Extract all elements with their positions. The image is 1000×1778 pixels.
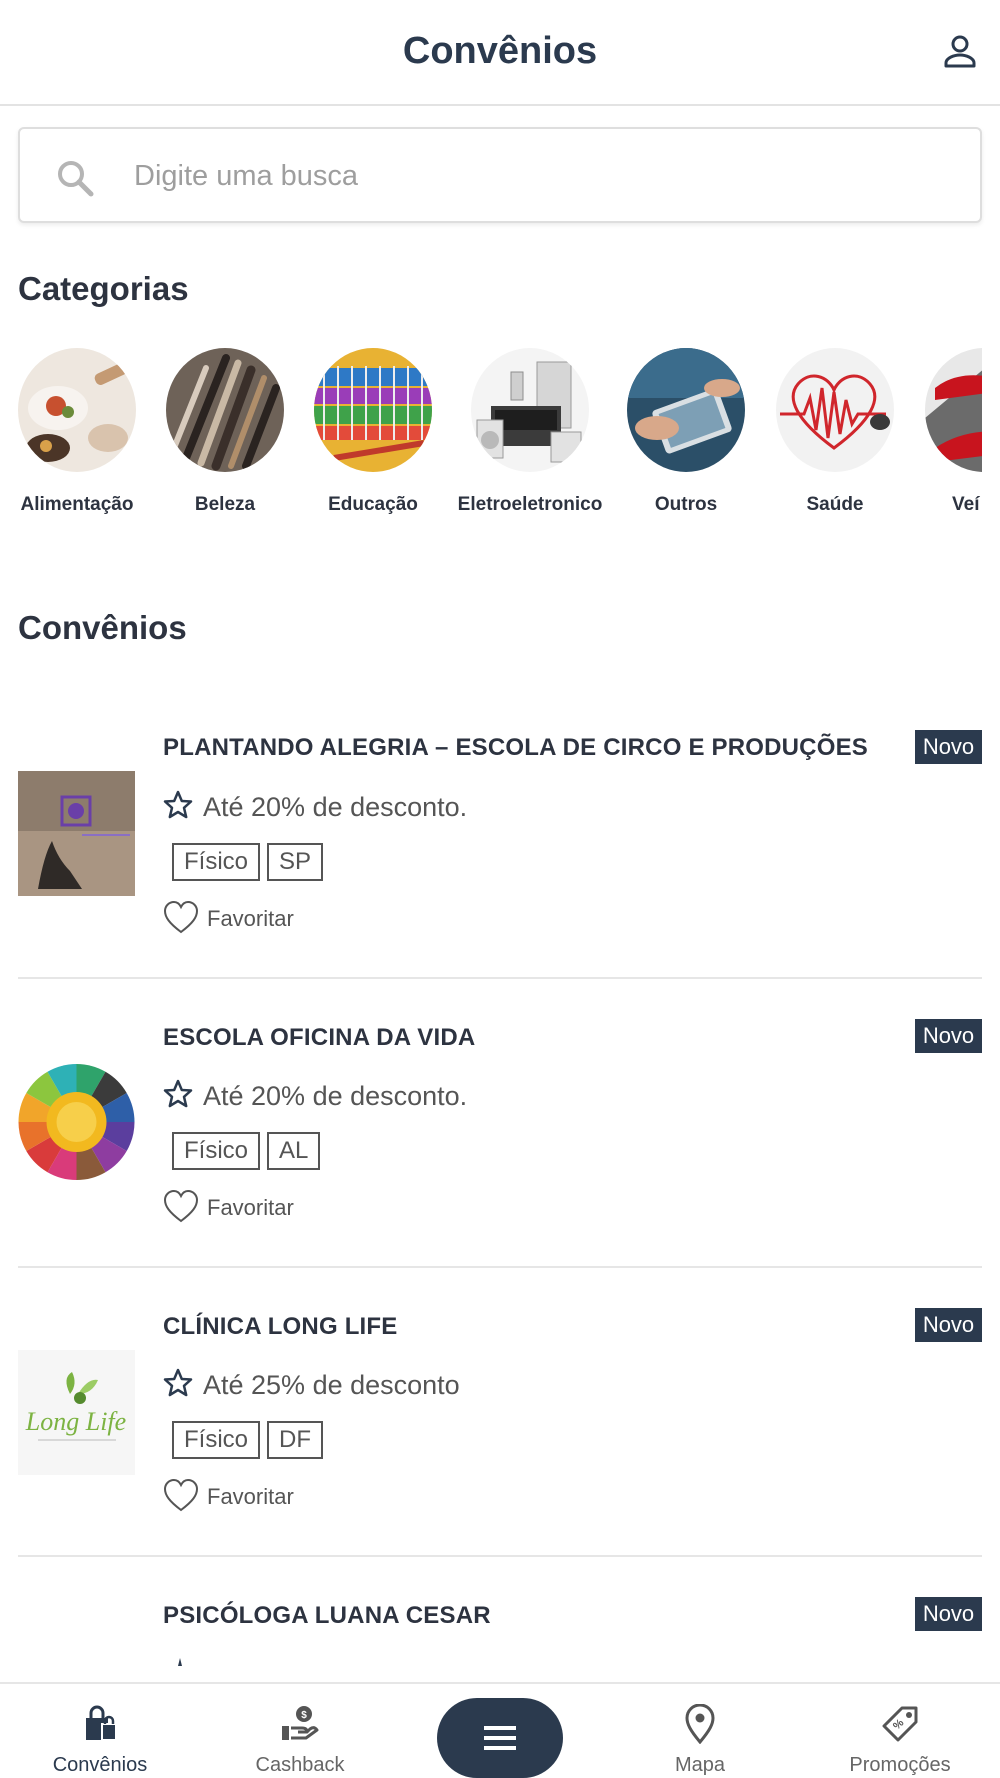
convenio-title[interactable]: ESCOLA OFICINA DA VIDA: [163, 1024, 475, 1052]
category-label: Educação: [328, 494, 418, 515]
tag-state: SP: [267, 843, 324, 881]
tag-state: DF: [267, 1421, 323, 1459]
logo-text: Long Life: [25, 1407, 126, 1436]
search-input[interactable]: [134, 151, 954, 201]
heart-icon: [163, 1478, 199, 1512]
convenio-logo: [18, 771, 135, 896]
category-eletroeletronico[interactable]: Eletroeletronico: [455, 348, 605, 516]
nav-label: Mapa: [674, 1754, 726, 1776]
category-label: Veí: [952, 494, 980, 515]
star-icon: [163, 790, 193, 819]
category-label: Alimentação: [20, 494, 134, 515]
categories-carousel[interactable]: Alimentação Beleza Educação Eletroeletro…: [0, 348, 982, 528]
category-educacao[interactable]: Educação: [298, 348, 448, 516]
star-icon: [163, 1079, 193, 1108]
menu-icon: [484, 1726, 516, 1750]
category-label: Saúde: [806, 494, 864, 515]
heart-icon: [163, 900, 199, 934]
bottom-nav: Convênios $ Cashback Mapa % Promoções: [0, 1682, 1000, 1778]
category-image: [776, 348, 894, 472]
convenio-title[interactable]: PLANTANDO ALEGRIA – ESCOLA DE CIRCO E PR…: [163, 734, 868, 762]
divider: [18, 1266, 982, 1268]
category-label: Outros: [654, 494, 718, 515]
favorite-label: Favoritar: [207, 906, 294, 931]
convenio-logo: Long Life: [18, 1350, 135, 1475]
nav-convenios[interactable]: Convênios: [15, 1684, 185, 1778]
shopping-bag-icon: [86, 1705, 117, 1741]
favorite-button[interactable]: Favoritar: [163, 900, 294, 936]
profile-button[interactable]: [940, 32, 980, 72]
category-image: [925, 348, 982, 472]
convenio-title[interactable]: CLÍNICA LONG LIFE: [163, 1313, 398, 1341]
favorite-label: Favoritar: [207, 1195, 294, 1220]
category-image: [627, 348, 745, 472]
search-icon: [58, 161, 94, 197]
convenio-logo: [18, 1060, 135, 1185]
svg-text:%: %: [891, 1717, 907, 1733]
convenio-title[interactable]: PSICÓLOGA LUANA CESAR: [163, 1602, 491, 1630]
nav-cashback[interactable]: $ Cashback: [215, 1684, 385, 1778]
category-image: [314, 348, 432, 472]
new-badge: Novo: [915, 1019, 982, 1053]
search-box[interactable]: [18, 127, 982, 223]
app-header: Convênios: [0, 0, 1000, 106]
new-badge: Novo: [915, 1597, 982, 1631]
favorite-button[interactable]: Favoritar: [163, 1189, 294, 1225]
category-image: [471, 348, 589, 472]
nav-mapa[interactable]: Mapa: [615, 1684, 785, 1778]
category-saude[interactable]: Saúde: [760, 348, 910, 516]
discount-text: Até 25% de desconto: [203, 1370, 460, 1400]
nav-label: Convênios: [52, 1754, 148, 1776]
convenios-title: Convênios: [18, 609, 187, 646]
cashback-hand-icon: $: [282, 1706, 319, 1740]
convenio-discount: Até 25% de desconto: [163, 1368, 460, 1401]
tag-fisico: Físico: [172, 1132, 261, 1170]
user-icon: [944, 35, 976, 68]
nav-promocoes[interactable]: % Promoções: [815, 1684, 985, 1778]
category-label: Beleza: [194, 494, 256, 515]
convenio-discount: Até 20% de desconto.: [163, 1079, 467, 1112]
category-label: Eletroeletronico: [457, 494, 603, 515]
nav-label: Promoções: [849, 1754, 951, 1776]
page-title: Convênios: [402, 30, 598, 72]
category-image: [166, 348, 284, 472]
menu-button[interactable]: [437, 1698, 563, 1778]
svg-text:$: $: [301, 1710, 307, 1721]
category-outros[interactable]: Outros: [611, 348, 761, 516]
star-icon: [178, 1658, 182, 1666]
tag-fisico: Físico: [172, 1421, 261, 1459]
tag-state: AL: [267, 1132, 321, 1170]
new-badge: Novo: [915, 1308, 982, 1342]
category-beleza[interactable]: Beleza: [150, 348, 300, 516]
discount-text: Até 20% de desconto.: [203, 1081, 468, 1111]
category-image: [18, 348, 136, 472]
tag-icon: %: [882, 1706, 918, 1742]
convenio-discount: Até 20% de desconto.: [163, 790, 467, 823]
divider: [18, 1555, 982, 1557]
category-alimentacao[interactable]: Alimentação: [2, 348, 152, 516]
heart-icon: [163, 1189, 199, 1223]
category-veiculos[interactable]: Veí: [907, 348, 982, 516]
categories-title: Categorias: [18, 270, 189, 307]
nav-label: Cashback: [255, 1754, 345, 1776]
new-badge: Novo: [915, 730, 982, 764]
tag-fisico: Físico: [172, 843, 261, 881]
discount-text: Até 20% de desconto.: [203, 792, 468, 822]
favorite-label: Favoritar: [207, 1484, 294, 1509]
divider: [18, 977, 982, 979]
map-pin-icon: [685, 1704, 715, 1744]
favorite-button[interactable]: Favoritar: [163, 1478, 294, 1514]
star-icon: [163, 1368, 193, 1397]
